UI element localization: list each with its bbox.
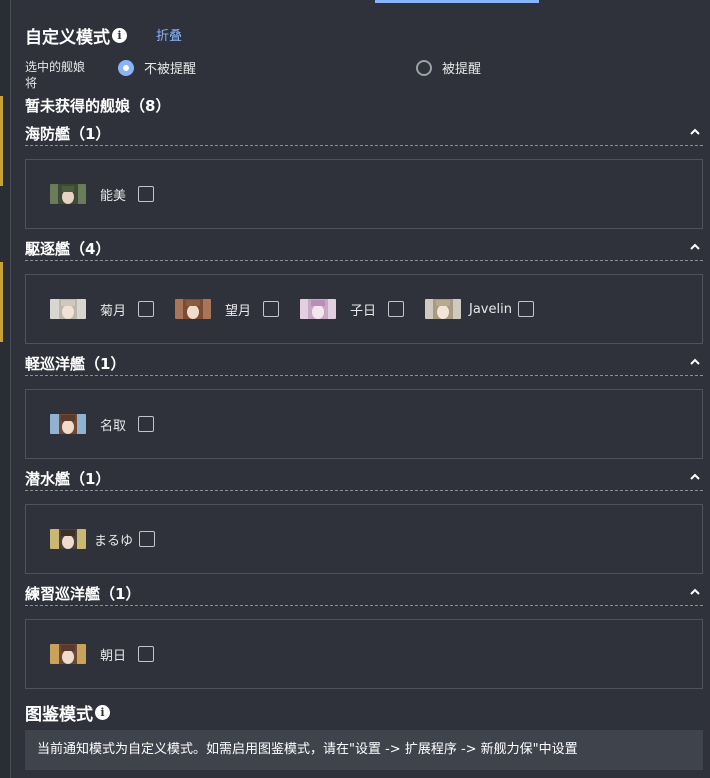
illustrated-mode-title: 图鉴模式 bbox=[25, 705, 93, 725]
ship-item: 能美 bbox=[50, 184, 155, 204]
ship-name: 望月 bbox=[225, 303, 252, 319]
ship-checkbox[interactable] bbox=[517, 301, 534, 317]
ship-checkbox[interactable] bbox=[139, 531, 156, 547]
group-box-training-cruiser: 朝日 bbox=[25, 619, 703, 689]
ship-checkbox[interactable] bbox=[388, 301, 405, 317]
group-box-light-cruiser: 名取 bbox=[25, 389, 703, 459]
selected-ships-label-line1: 选中的舰娘 bbox=[25, 60, 86, 74]
ship-checkbox[interactable] bbox=[138, 416, 155, 432]
background-page-mark bbox=[0, 96, 3, 186]
ship-name: 名取 bbox=[100, 418, 127, 434]
ship-portrait bbox=[50, 184, 86, 204]
unobtained-ships-heading: 暂未获得的舰娘（8） bbox=[25, 97, 171, 115]
ship-name: まるゆ bbox=[94, 533, 134, 549]
ship-name: 菊月 bbox=[100, 303, 127, 319]
group-title: 練習巡洋艦（1） bbox=[25, 585, 141, 603]
ship-checkbox[interactable] bbox=[138, 646, 155, 662]
ship-checkbox[interactable] bbox=[138, 186, 155, 202]
ship-portrait bbox=[50, 414, 86, 434]
ship-checkbox[interactable] bbox=[263, 301, 280, 317]
background-page-strip bbox=[0, 0, 10, 778]
group-box-submarine: まるゆ bbox=[25, 504, 703, 574]
ship-name: 子日 bbox=[350, 303, 377, 319]
chevron-up-icon[interactable] bbox=[689, 126, 701, 138]
group-header-destroyer[interactable]: 駆逐艦（4） bbox=[25, 235, 703, 261]
illustrated-mode-notice: 当前通知模式为自定义模式。如需启用图鉴模式，请在"设置 -> 扩展程序 -> 新… bbox=[25, 730, 703, 770]
ship-item: 子日 bbox=[300, 299, 405, 319]
ship-name: 朝日 bbox=[100, 648, 127, 664]
group-header-submarine[interactable]: 潜水艦（1） bbox=[25, 465, 703, 491]
group-header-kaibokan[interactable]: 海防艦（1） bbox=[25, 120, 703, 146]
radio-label-not-reminded: 不被提醒 bbox=[144, 62, 197, 77]
ship-portrait bbox=[50, 644, 86, 664]
ship-portrait bbox=[175, 299, 211, 319]
radio-option-not-reminded[interactable]: 不被提醒 bbox=[118, 58, 196, 77]
ship-item: 望月 bbox=[175, 299, 280, 319]
radio-button-reminded[interactable] bbox=[416, 59, 432, 76]
radio-label-reminded: 被提醒 bbox=[442, 62, 482, 77]
ship-checkbox[interactable] bbox=[138, 301, 155, 317]
ship-portrait bbox=[50, 529, 86, 549]
group-header-training-cruiser[interactable]: 練習巡洋艦（1） bbox=[25, 580, 703, 606]
custom-mode-title: 自定义模式 bbox=[25, 28, 110, 48]
chevron-up-icon[interactable] bbox=[689, 241, 701, 253]
ship-portrait bbox=[300, 299, 336, 319]
ship-item: 朝日 bbox=[50, 644, 155, 664]
chevron-up-icon[interactable] bbox=[689, 356, 701, 368]
info-icon[interactable]: i bbox=[95, 705, 110, 720]
ship-item: 菊月 bbox=[50, 299, 155, 319]
group-title: 駆逐艦（4） bbox=[25, 240, 111, 258]
ship-item: Javelin bbox=[425, 299, 534, 319]
info-icon[interactable]: i bbox=[112, 28, 127, 43]
group-header-light-cruiser[interactable]: 軽巡洋艦（1） bbox=[25, 350, 703, 376]
group-title: 潜水艦（1） bbox=[25, 470, 111, 488]
ship-item: 名取 bbox=[50, 414, 155, 434]
selected-ships-label-line2: 将 bbox=[25, 76, 38, 90]
group-box-kaibokan: 能美 bbox=[25, 159, 703, 229]
ship-name: 能美 bbox=[100, 188, 127, 204]
custom-mode-heading: 自定义模式 i bbox=[25, 23, 127, 48]
chevron-up-icon[interactable] bbox=[689, 586, 701, 598]
radio-button-not-reminded[interactable] bbox=[118, 59, 134, 76]
ship-portrait bbox=[425, 299, 461, 319]
illustrated-mode-heading: 图鉴模式 i bbox=[25, 700, 110, 725]
ship-name: Javelin bbox=[469, 301, 512, 317]
selected-ships-label: 选中的舰娘 将 bbox=[25, 59, 85, 91]
active-tab-indicator bbox=[375, 0, 539, 3]
group-title: 海防艦（1） bbox=[25, 125, 111, 143]
chevron-up-icon[interactable] bbox=[689, 471, 701, 483]
ship-portrait bbox=[50, 299, 86, 319]
group-box-destroyer: 菊月 望月 子日 Javelin bbox=[25, 274, 703, 344]
radio-option-reminded[interactable]: 被提醒 bbox=[416, 58, 481, 77]
notification-settings-panel: 自定义模式 i 折叠 选中的舰娘 将 不被提醒 被提醒 暂未获得的舰娘（8） 海… bbox=[10, 0, 710, 778]
collapse-link[interactable]: 折叠 bbox=[156, 25, 182, 44]
ship-item: まるゆ bbox=[50, 529, 156, 549]
background-page-mark bbox=[0, 262, 3, 342]
group-title: 軽巡洋艦（1） bbox=[25, 355, 126, 373]
